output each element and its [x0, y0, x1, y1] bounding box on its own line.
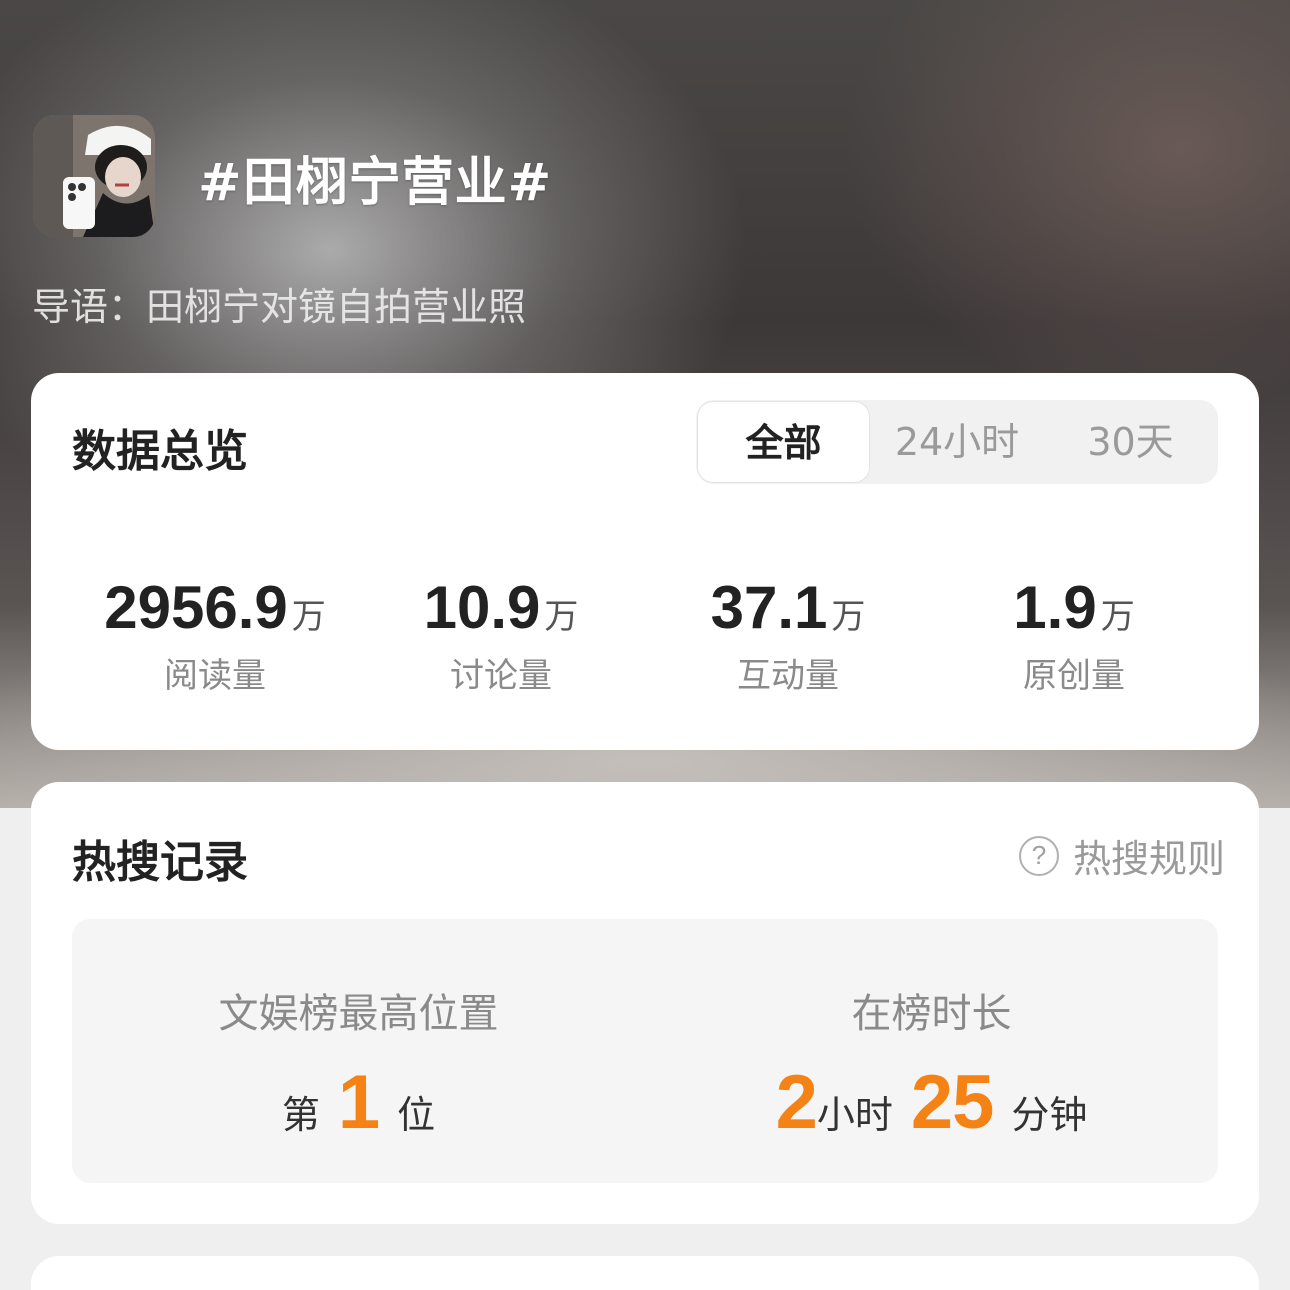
- stat-originals: 1.9 万 原创量: [924, 573, 1224, 697]
- best-position-value: 第1位: [72, 1059, 645, 1146]
- position-prefix: 第: [281, 1093, 320, 1137]
- tab-30-days[interactable]: 30天: [1043, 400, 1218, 484]
- stat-unit: 万: [1100, 597, 1135, 637]
- topic-avatar[interactable]: [33, 115, 155, 237]
- stat-discussions: 10.9 万 讨论量: [351, 573, 651, 697]
- stat-value: 10.9: [423, 574, 541, 641]
- hot-search-summary: 文娱榜最高位置 第1位 在榜时长 2小时 25 分钟: [72, 919, 1218, 1183]
- stat-unit: 万: [831, 597, 866, 637]
- stat-label: 阅读量: [164, 656, 266, 696]
- stat-label: 原创量: [1023, 656, 1125, 696]
- stat-unit: 万: [291, 597, 326, 637]
- overview-title: 数据总览: [72, 426, 248, 477]
- stat-unit: 万: [544, 597, 579, 637]
- topic-title: #田栩宁营业#: [198, 153, 553, 213]
- hot-search-title: 热搜记录: [72, 837, 248, 888]
- rules-label: 热搜规则: [1072, 837, 1225, 881]
- duration-hours: 2: [775, 1060, 818, 1145]
- duration-label: 在榜时长: [851, 991, 1012, 1037]
- tab-all[interactable]: 全部: [697, 401, 870, 483]
- hot-search-card: 热搜记录 ? 热搜规则 文娱榜最高位置 第1位 在榜时长 2小时 25 分钟: [31, 782, 1259, 1224]
- data-overview-card: 数据总览 全部 24小时 30天 2956.9 万 阅读量 10.9 万 讨论量 3…: [31, 373, 1259, 750]
- stat-label: 互动量: [737, 656, 839, 696]
- duration-block: 在榜时长 2小时 25 分钟: [645, 919, 1218, 1183]
- time-range-segmented-control: 全部 24小时 30天: [696, 400, 1218, 484]
- stat-value: 2956.9: [104, 574, 288, 641]
- hours-unit: 小时: [816, 1093, 893, 1137]
- tab-24-hours[interactable]: 24小时: [871, 400, 1043, 484]
- stat-label: 讨论量: [450, 656, 552, 696]
- duration-value: 2小时 25 分钟: [645, 1059, 1218, 1146]
- next-card: [31, 1256, 1259, 1290]
- stat-value: 37.1: [710, 574, 828, 641]
- stat-value: 1.9: [1013, 574, 1097, 641]
- avatar-photo: [33, 115, 155, 237]
- minutes-unit: 分钟: [1011, 1093, 1088, 1137]
- duration-minutes: 25: [910, 1060, 995, 1145]
- question-circle-icon: ?: [1018, 835, 1059, 876]
- stat-interactions: 37.1 万 互动量: [638, 573, 938, 697]
- position-suffix: 位: [397, 1093, 436, 1137]
- hot-search-rules-link[interactable]: ? 热搜规则: [1018, 828, 1225, 883]
- best-position-label: 文娱榜最高位置: [218, 991, 499, 1037]
- best-position-block: 文娱榜最高位置 第1位: [72, 919, 645, 1183]
- position-number: 1: [337, 1060, 380, 1145]
- stat-reads: 2956.9 万 阅读量: [65, 573, 365, 697]
- topic-intro: 导语：田栩宁对镜自拍营业照: [32, 285, 527, 329]
